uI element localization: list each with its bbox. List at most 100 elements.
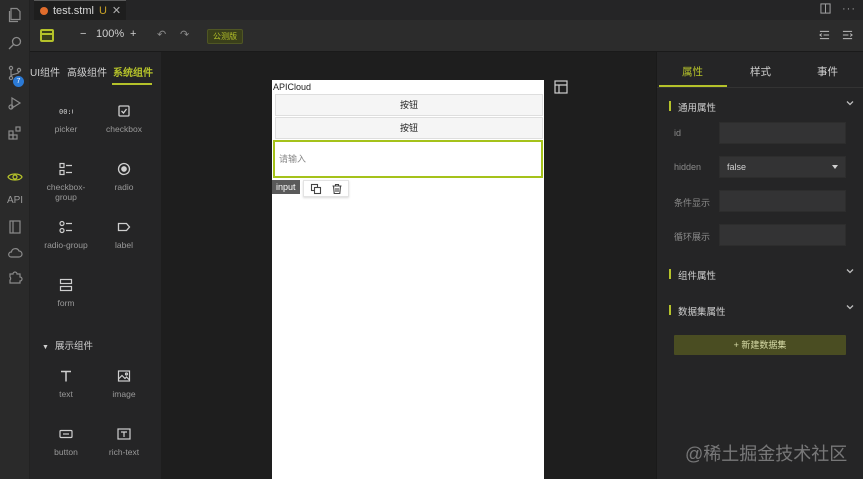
svg-text:00:00: 00:00	[59, 108, 73, 116]
extensions-icon[interactable]	[6, 124, 24, 142]
group-accent	[669, 305, 671, 315]
component-label: checkbox-group	[46, 182, 86, 202]
component-form[interactable]: form	[38, 278, 94, 308]
checkbox-icon	[118, 105, 130, 117]
zoom-in-button[interactable]: +	[130, 28, 136, 40]
component-label: radio	[114, 182, 134, 192]
layout-icon[interactable]	[554, 80, 568, 94]
tab-divider	[657, 87, 863, 88]
preview-input[interactable]: 请输入	[273, 140, 543, 178]
collapse-right-icon[interactable]	[842, 30, 853, 43]
api-label[interactable]: API	[0, 195, 30, 206]
tab-system-components[interactable]: 系统组件	[113, 64, 153, 79]
more-actions-icon[interactable]: ···	[842, 3, 856, 15]
activity-bar: 7 API	[0, 0, 30, 479]
id-input[interactable]	[719, 122, 846, 144]
preview-button-1[interactable]: 按钮	[275, 94, 543, 116]
image-icon	[117, 370, 131, 382]
component-image[interactable]: image	[96, 369, 152, 399]
radio-group-icon	[59, 220, 72, 234]
zoom-out-button[interactable]: −	[80, 28, 86, 40]
component-label: checkbox	[106, 124, 142, 134]
collapse-left-icon[interactable]	[819, 30, 830, 43]
document-icon[interactable]	[6, 218, 24, 236]
component-label: picker	[54, 124, 78, 134]
dropdown-arrow-icon	[832, 165, 838, 169]
explorer-icon[interactable]	[6, 6, 24, 24]
group-accent	[669, 101, 671, 111]
file-type-icon	[40, 6, 48, 15]
run-debug-icon[interactable]	[6, 94, 24, 112]
condition-input[interactable]	[719, 190, 846, 212]
selected-element-tag: input	[272, 180, 300, 194]
rich-text-icon	[117, 428, 131, 440]
display-section-header[interactable]: ▼ 展示组件	[42, 338, 93, 352]
designer-window: 7 API test.stml U ✕ ··· − 100% + ↶ ↷ 公测版…	[0, 0, 863, 479]
caret-down-icon: ▼	[42, 344, 49, 351]
prop-label-condition: 条件显示	[674, 198, 711, 208]
component-button[interactable]: button	[38, 427, 94, 457]
prop-label-id: id	[674, 128, 682, 138]
component-panel: UI组件 高级组件 系统组件 00:00 picker checkbox che…	[30, 52, 161, 479]
undo-icon[interactable]: ↶	[157, 28, 166, 41]
tab-attributes[interactable]: 属性	[682, 64, 703, 79]
component-radio-group[interactable]: radio-group	[38, 220, 94, 250]
component-rich-text[interactable]: rich-text	[96, 427, 152, 457]
tab-styles[interactable]: 样式	[750, 64, 771, 79]
source-control-badge: 7	[13, 76, 24, 87]
active-tab-indicator	[112, 83, 152, 85]
new-dataset-button[interactable]: + 新建数据集	[674, 335, 846, 355]
group-title: 通用属性	[678, 103, 717, 114]
dataset-properties-header[interactable]: 数据集属性	[669, 304, 855, 318]
group-accent	[669, 269, 671, 279]
watermark: @稀土掘金技术社区	[685, 444, 848, 464]
checkbox-group-icon	[59, 162, 72, 176]
component-radio[interactable]: radio	[96, 162, 152, 192]
phone-preview[interactable]: APICloud 按钮 按钮 请输入 input	[272, 80, 544, 479]
chevron-down-icon	[846, 101, 854, 106]
chevron-down-icon	[846, 269, 854, 274]
code-view-icon[interactable]	[40, 29, 54, 42]
redo-icon[interactable]: ↷	[180, 28, 189, 41]
component-tabs: UI组件 高级组件 系统组件	[30, 52, 161, 86]
display-section-title: 展示组件	[54, 341, 93, 352]
component-picker[interactable]: 00:00 picker	[38, 104, 94, 134]
tab-status: U	[98, 4, 107, 17]
button-icon	[59, 429, 73, 439]
component-label[interactable]: label	[96, 220, 152, 250]
group-title: 数据集属性	[678, 307, 726, 318]
app-title[interactable]: APICloud	[273, 82, 311, 92]
component-checkbox[interactable]: checkbox	[96, 104, 152, 134]
label-icon	[117, 222, 131, 232]
trash-icon[interactable]	[331, 183, 343, 195]
prop-label-hidden: hidden	[674, 162, 702, 172]
loop-input[interactable]	[719, 224, 846, 246]
component-checkbox-group[interactable]: checkbox-group	[38, 162, 94, 202]
component-label: form	[57, 298, 75, 308]
component-text[interactable]: text	[38, 369, 94, 399]
tab-events[interactable]: 事件	[817, 64, 838, 79]
design-canvas[interactable]: APICloud 按钮 按钮 请输入 input	[161, 52, 656, 479]
tab-test-stml[interactable]: test.stml U ✕	[34, 0, 126, 20]
hidden-value: false	[727, 162, 747, 172]
prop-label-loop: 循环展示	[674, 232, 711, 242]
hidden-select[interactable]: false	[719, 156, 846, 178]
picker-icon: 00:00	[59, 108, 73, 116]
copy-icon[interactable]	[310, 183, 322, 195]
tab-ui-components[interactable]: UI组件	[30, 64, 60, 79]
canvas-scrollbar[interactable]	[651, 52, 655, 479]
general-properties-header[interactable]: 通用属性	[669, 100, 855, 114]
close-icon[interactable]: ✕	[112, 4, 121, 17]
tab-advanced-components[interactable]: 高级组件	[67, 64, 107, 79]
publish-badge[interactable]: 公测版	[207, 29, 243, 44]
component-label: image	[112, 389, 136, 399]
text-icon	[61, 370, 71, 382]
preview-button-2[interactable]: 按钮	[275, 117, 543, 139]
split-editor-icon[interactable]	[820, 3, 831, 17]
cloud-icon[interactable]	[6, 244, 24, 262]
component-properties-header[interactable]: 组件属性	[669, 268, 855, 282]
eye-icon[interactable]	[6, 168, 24, 186]
search-icon[interactable]	[6, 34, 24, 52]
component-label-text: label	[115, 240, 133, 250]
puzzle-icon[interactable]	[6, 268, 24, 286]
